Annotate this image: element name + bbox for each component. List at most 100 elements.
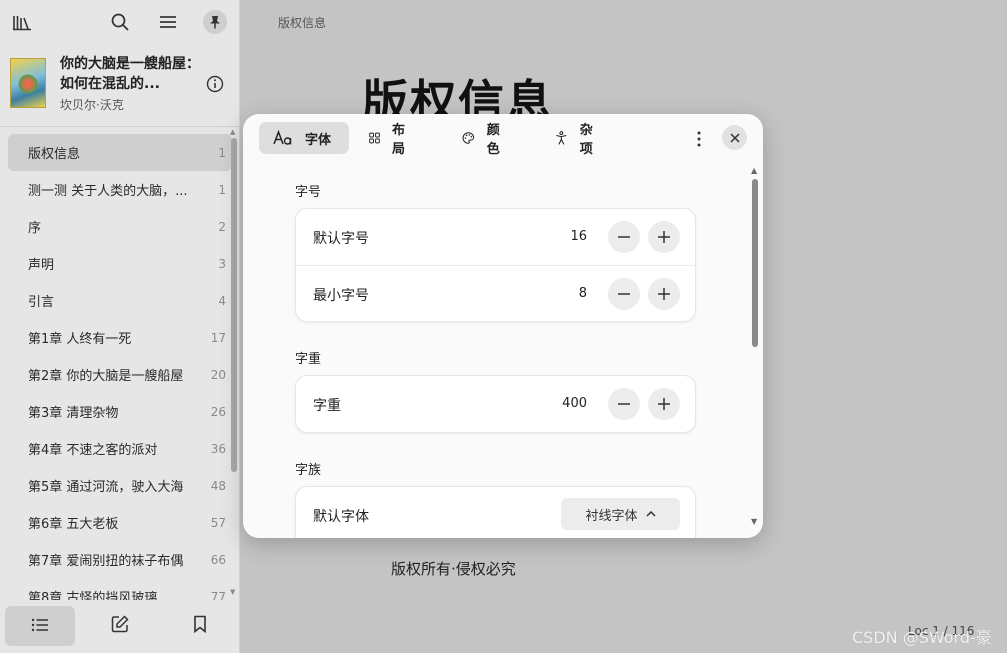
toc-item[interactable]: 第6章 五大老板 57 xyxy=(8,504,232,541)
sidebar: 你的大脑是一艘船屋：如何在混乱的... 坎贝尔·沃克 版权信息 1 测一测 关于人类… xyxy=(0,0,240,653)
divider xyxy=(0,126,240,127)
toc-item[interactable]: 序2 xyxy=(8,208,232,245)
toc-scrollbar[interactable] xyxy=(231,138,237,472)
annotation-edit-icon xyxy=(111,615,129,637)
font-weight-value: 400 xyxy=(562,396,587,411)
book-cover xyxy=(10,58,46,108)
font-family-select[interactable]: 衬线字体 xyxy=(561,498,680,530)
more-options-icon[interactable] xyxy=(688,128,710,150)
pin-icon[interactable] xyxy=(203,10,227,34)
minus-icon xyxy=(618,403,630,405)
toc-item-label: 版权信息 xyxy=(28,147,81,162)
toc-item-label: 声明 xyxy=(28,258,55,273)
sidebar-toolbar xyxy=(0,0,239,44)
layout-icon xyxy=(369,132,380,144)
watermark: CSDN @SWord-豪 xyxy=(852,628,992,647)
default-font-row: 默认字体 衬线字体 xyxy=(296,487,695,538)
tab-font[interactable]: 字体 xyxy=(259,122,349,154)
accessibility-icon xyxy=(556,131,567,145)
close-button[interactable] xyxy=(722,125,747,150)
toc-item-label: 第5章 通过河流，驶入大海 xyxy=(28,480,184,495)
header-chapter-title: 版权信息 xyxy=(278,16,327,30)
font-weight-card: 字重 400 xyxy=(295,375,696,433)
scroll-up-arrow-icon[interactable]: ▲ xyxy=(230,128,235,136)
toc-item[interactable]: 声明 3 xyxy=(8,245,232,282)
font-size-card: 默认字号 16 最小字号 8 xyxy=(295,208,696,322)
toc-item-page: 26 xyxy=(210,404,226,419)
toc-item-page: 48 xyxy=(210,478,226,493)
toc-item-page: 17 xyxy=(210,330,226,345)
toc-item-label: 第8章 古怪的挡风玻璃 xyxy=(28,591,158,600)
tab-color-label: 颜色 xyxy=(486,123,500,157)
scroll-down-arrow-icon[interactable]: ▼ xyxy=(230,588,235,596)
chevron-up-icon xyxy=(645,511,656,517)
copyright-text: 版权所有·侵权必究 xyxy=(391,560,516,578)
min-font-size-decrease-button[interactable] xyxy=(608,278,640,310)
toc-item[interactable]: 第7章 爱闹别扭的袜子布偶 66 xyxy=(8,541,232,578)
toc-item-page: 1 xyxy=(218,145,226,160)
close-icon xyxy=(729,132,740,143)
toc-item[interactable]: 引言 4 xyxy=(8,282,232,319)
toc-item[interactable]: 第2章 你的大脑是一艘船屋 20 xyxy=(8,356,232,393)
toc-item-label: 第6章 五大老板 xyxy=(28,517,119,532)
font-weight-row: 字重 400 xyxy=(296,376,695,432)
tab-misc[interactable]: 杂项 xyxy=(541,122,612,157)
default-font-size-value: 16 xyxy=(570,229,587,244)
sidebar-bottom-bar xyxy=(0,603,240,653)
toc-item[interactable]: 第4章 不速之客的派对 36 xyxy=(8,430,232,467)
library-icon[interactable] xyxy=(10,10,34,34)
toc-item-page: 4 xyxy=(218,293,226,308)
minus-icon xyxy=(618,236,630,238)
tab-layout-label: 布局 xyxy=(392,123,406,157)
minus-icon xyxy=(618,293,630,295)
toc-list-icon xyxy=(31,617,49,636)
toc-item-page: 2 xyxy=(218,219,226,234)
scroll-up-arrow-icon[interactable]: ▲ xyxy=(751,166,757,175)
tab-layout[interactable]: 布局 xyxy=(355,122,424,157)
default-font-size-decrease-button[interactable] xyxy=(608,221,640,253)
bookmark-button[interactable] xyxy=(165,606,235,646)
book-title: 你的大脑是一艘船屋：如何在混乱的... xyxy=(60,56,200,92)
annotation-button[interactable] xyxy=(85,606,155,646)
toc-item[interactable]: 第3章 清理杂物 26 xyxy=(8,393,232,430)
font-family-card: 默认字体 衬线字体 xyxy=(295,486,696,538)
tab-color[interactable]: 颜色 xyxy=(448,122,519,157)
settings-panel: 字号 默认字号 16 最小字号 8 字重 字重 400 字族 默认字体 衬线字体 xyxy=(243,166,743,538)
plus-icon xyxy=(658,288,670,300)
font-weight-decrease-button[interactable] xyxy=(608,388,640,420)
toc-item-page: 20 xyxy=(210,367,226,382)
default-font-size-increase-button[interactable] xyxy=(648,221,680,253)
toc-item[interactable]: 第8章 古怪的挡风玻璃 77 xyxy=(8,578,232,601)
toc-item-page: 36 xyxy=(210,441,226,456)
section-title-font-family: 字族 xyxy=(295,463,322,478)
min-font-size-increase-button[interactable] xyxy=(648,278,680,310)
font-weight-increase-button[interactable] xyxy=(648,388,680,420)
toc-item-label: 引言 xyxy=(28,295,55,310)
settings-dialog: 字体 布局 颜色 杂项 字号 默认字号 16 最小字号 8 字重 字重 400 … xyxy=(243,114,763,538)
table-of-contents: 版权信息 1 测一测 关于人类的大脑，... 1 序 2 声明 3 引言 4 第1章 人终有一死 17… xyxy=(8,134,232,600)
plus-icon xyxy=(658,398,670,410)
default-font-size-label: 默认字号 xyxy=(313,231,369,247)
scroll-down-arrow-icon[interactable]: ▼ xyxy=(751,517,757,526)
scrollbar-thumb[interactable] xyxy=(752,179,758,347)
toc-item-label: 测一测 关于人类的大脑，... xyxy=(28,184,188,199)
toc-list-button[interactable] xyxy=(5,606,75,646)
toc-item-label: 第3章 清理杂物 xyxy=(28,406,119,421)
toc-item[interactable]: 第5章 通过河流，驶入大海 48 xyxy=(8,467,232,504)
palette-icon xyxy=(462,132,475,144)
menu-icon[interactable] xyxy=(156,10,180,34)
toc-item[interactable]: 第1章 人终有一死 17 xyxy=(8,319,232,356)
info-icon[interactable] xyxy=(206,75,224,93)
toc-item-page: 3 xyxy=(218,256,226,271)
font-weight-label: 字重 xyxy=(313,398,341,414)
toc-item-label: 第2章 你的大脑是一艘船屋 xyxy=(28,369,184,384)
plus-icon xyxy=(658,231,670,243)
settings-scrollbar[interactable]: ▲ ▼ xyxy=(750,166,760,530)
toc-item[interactable]: 测一测 关于人类的大脑，... 1 xyxy=(8,171,232,208)
font-family-selected-value: 衬线字体 xyxy=(585,508,638,524)
toc-item[interactable]: 版权信息 1 xyxy=(8,134,232,171)
bookmark-icon xyxy=(193,615,207,637)
min-font-size-label: 最小字号 xyxy=(313,288,369,304)
toc-item-page: 1 xyxy=(218,182,226,197)
search-icon[interactable] xyxy=(108,10,132,34)
